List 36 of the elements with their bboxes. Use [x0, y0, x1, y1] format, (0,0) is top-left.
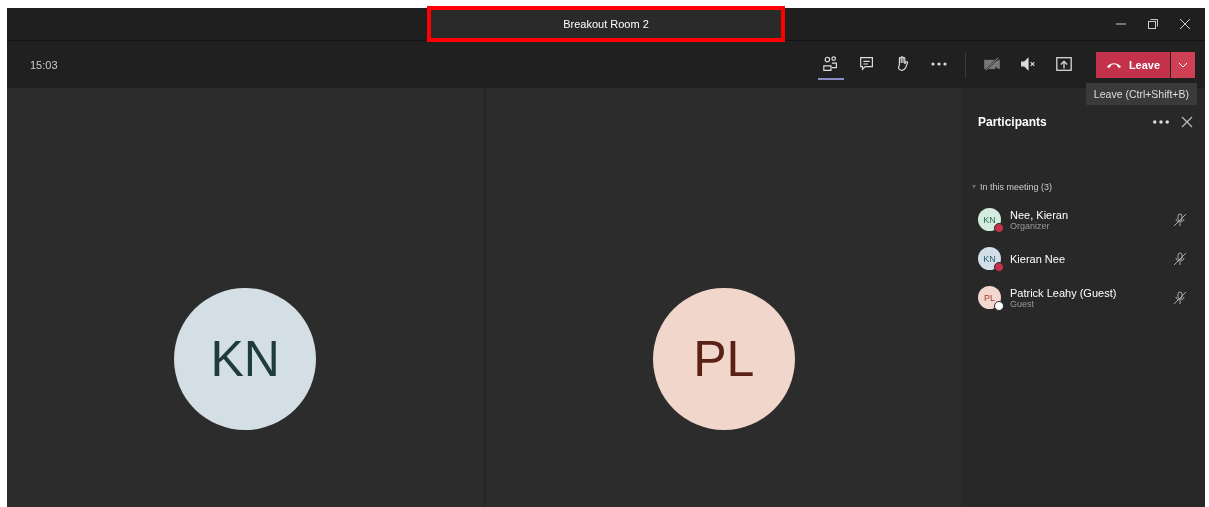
participant-role: Guest [1010, 298, 1035, 309]
participant-item[interactable]: PL Patrick Leahy (Guest) Guest [978, 278, 1205, 317]
avatar: KN [174, 287, 317, 430]
panel-title: Participants [978, 115, 1048, 129]
mic-off-icon [1173, 290, 1187, 305]
caret-icon [1178, 61, 1188, 68]
avatar: PL [978, 286, 1001, 309]
participant-name: Nee, Kieran [1010, 208, 1070, 221]
window-title: Breakout Room 2 [563, 18, 649, 30]
share-icon [1055, 54, 1073, 73]
participant-name: Patrick Leahy (Guest) [1010, 286, 1118, 299]
participant-item[interactable]: KN Kieran Nee [978, 239, 1205, 278]
avatar: KN [978, 208, 1001, 231]
more-icon[interactable] [1153, 120, 1169, 124]
camera-off-icon [983, 54, 1001, 73]
close-icon [1179, 18, 1191, 30]
leave-button[interactable]: Leave [1096, 51, 1170, 78]
avatar: PL [652, 287, 795, 430]
participant-role: Organizer [1010, 220, 1051, 231]
avatar: KN [978, 247, 1001, 270]
close-icon[interactable] [1179, 114, 1195, 130]
section-header[interactable]: In this meeting (3) [972, 182, 1205, 192]
participant-name: Kieran Nee [1010, 252, 1067, 265]
restore-icon [1147, 18, 1159, 30]
dropdown-button[interactable] [1171, 51, 1195, 78]
tooltip: Leave (Ctrl+Shift+B) [1085, 82, 1197, 105]
participant-item[interactable]: KN Nee, Kieran Organizer [978, 200, 1205, 239]
people-icon [822, 54, 840, 73]
phone-icon [1105, 60, 1122, 69]
speaker-mute-icon [1019, 54, 1037, 73]
meeting-timer: 15:03 [30, 58, 58, 71]
collapse-icon [972, 185, 976, 189]
more-icon [931, 61, 947, 66]
mic-off-icon [1173, 212, 1187, 227]
mic-off-icon [1173, 251, 1187, 266]
chat-icon [858, 54, 876, 73]
